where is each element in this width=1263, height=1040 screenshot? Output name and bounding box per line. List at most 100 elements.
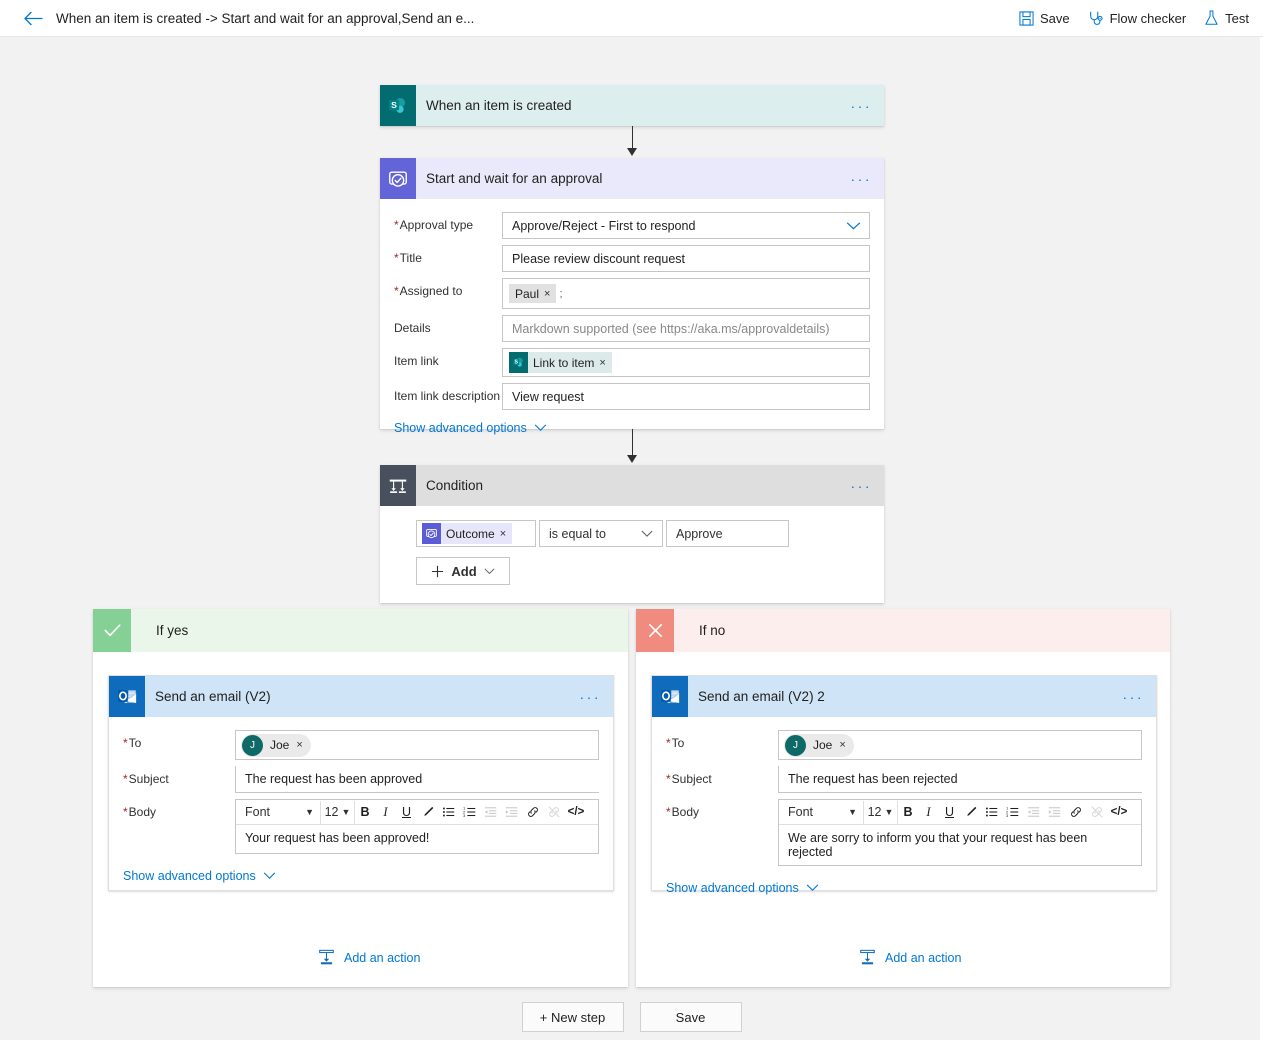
send-email-no-menu-button[interactable]: ···: [1123, 690, 1145, 704]
svg-text:3: 3: [463, 813, 466, 818]
chip-remove-icon[interactable]: ×: [599, 357, 605, 369]
outlook-icon: [652, 676, 688, 717]
add-an-action-yes[interactable]: Add an action: [318, 949, 420, 966]
branch-if-yes-header[interactable]: If yes: [93, 609, 628, 652]
condition-card-header[interactable]: Condition ···: [380, 465, 884, 506]
to-input-no[interactable]: J Joe ×: [778, 730, 1142, 760]
details-placeholder: Markdown supported (see https://aka.ms/a…: [512, 321, 830, 336]
assigned-to-input[interactable]: Paul × ;: [502, 278, 870, 309]
chip-outcome[interactable]: Outcome ×: [422, 523, 513, 544]
subject-input-no[interactable]: The request has been rejected: [778, 766, 1142, 793]
condition-operator-select[interactable]: is equal to: [539, 520, 663, 547]
to-input-yes[interactable]: J Joe ×: [235, 730, 599, 760]
save-button[interactable]: Save: [1019, 11, 1070, 26]
bulleted-list-button-no[interactable]: [981, 801, 1002, 824]
bottom-save-button[interactable]: Save: [639, 1002, 742, 1032]
add-an-action-no[interactable]: Add an action: [859, 949, 961, 966]
bold-button-no[interactable]: B: [897, 800, 918, 824]
link-button-yes[interactable]: [522, 801, 543, 824]
branch-if-no-header[interactable]: If no: [636, 609, 1170, 652]
subject-value-yes: The request has been approved: [245, 772, 423, 786]
approval-type-select[interactable]: Approve/Reject - First to respond: [502, 212, 870, 239]
condition-card[interactable]: Condition ··· Outcome × is equal to Appr…: [380, 465, 884, 603]
font-size-select-yes[interactable]: 12 ▼: [320, 800, 354, 824]
assigned-to-separator: ;: [559, 287, 563, 300]
send-email-no-show-advanced-options[interactable]: Show advanced options: [652, 869, 819, 895]
underline-button-yes[interactable]: U: [396, 801, 417, 824]
body-rich-text-editor-no[interactable]: Font ▼ 12 ▼ B I U 1 2 3 </> We are sorry…: [778, 799, 1142, 866]
send-email-yes-menu-button[interactable]: ···: [580, 690, 602, 704]
approval-title-input[interactable]: Please review discount request: [502, 245, 870, 272]
underline-button-no[interactable]: U: [939, 801, 960, 824]
back-arrow-icon: [23, 11, 42, 25]
numbered-list-button-yes[interactable]: 1 2 3: [459, 801, 480, 824]
condition-menu-button[interactable]: ···: [851, 479, 873, 493]
field-row-body-no: *Body Font ▼ 12 ▼ B I U 1 2 3 </> We are…: [652, 796, 1156, 869]
trigger-title: When an item is created: [426, 98, 572, 113]
item-link-description-value: View request: [512, 389, 585, 404]
unlink-icon: [547, 806, 560, 818]
condition-row: Outcome × is equal to Approve: [416, 520, 884, 547]
font-size-select-no[interactable]: 12 ▼: [863, 800, 897, 824]
code-button-yes[interactable]: </>: [564, 801, 588, 824]
bulleted-list-button-yes[interactable]: [438, 801, 459, 824]
approvals-icon: [422, 523, 441, 544]
highlight-button-yes[interactable]: [417, 801, 438, 824]
unlink-button-yes[interactable]: [543, 801, 564, 824]
chip-paul[interactable]: Paul ×: [509, 284, 557, 303]
condition-value-input[interactable]: Approve: [666, 520, 789, 547]
decrease-indent-button-yes[interactable]: [480, 801, 501, 824]
font-family-select-no[interactable]: Font ▼: [781, 801, 863, 824]
italic-button-yes[interactable]: I: [375, 801, 396, 824]
body-rich-text-editor-yes[interactable]: Font ▼ 12 ▼ B I U 1 2 3 </> Your request…: [235, 799, 599, 854]
branch-if-yes: If yes Send an email (V2) ··· *To J Joe …: [93, 609, 628, 987]
item-link-input[interactable]: S Link to item ×: [502, 348, 870, 377]
chip-joe-no[interactable]: J Joe ×: [784, 733, 854, 757]
item-link-description-input[interactable]: View request: [502, 383, 870, 410]
new-step-button[interactable]: + New step: [521, 1002, 624, 1032]
highlight-button-no[interactable]: [960, 801, 981, 824]
chip-remove-icon[interactable]: ×: [296, 739, 302, 751]
trigger-menu-button[interactable]: ···: [851, 99, 873, 113]
font-family-label: Font: [788, 805, 814, 819]
approval-show-advanced-options[interactable]: Show advanced options: [380, 413, 547, 435]
unlink-button-no[interactable]: [1086, 801, 1107, 824]
condition-left-operand[interactable]: Outcome ×: [416, 520, 536, 547]
code-button-no[interactable]: </>: [1107, 801, 1131, 824]
approval-card-header[interactable]: Start and wait for an approval ···: [380, 158, 884, 199]
chip-remove-icon[interactable]: ×: [839, 739, 845, 751]
condition-add-button[interactable]: Add: [416, 557, 510, 585]
details-input[interactable]: Markdown supported (see https://aka.ms/a…: [502, 315, 870, 342]
bold-button-yes[interactable]: B: [354, 800, 375, 824]
trigger-card[interactable]: S When an item is created ···: [380, 85, 884, 126]
subject-input-yes[interactable]: The request has been approved: [235, 766, 599, 793]
trigger-card-header[interactable]: S When an item is created ···: [380, 85, 884, 126]
test-button[interactable]: Test: [1204, 10, 1249, 26]
approval-card[interactable]: Start and wait for an approval ··· *Appr…: [380, 158, 884, 435]
chip-remove-icon[interactable]: ×: [500, 528, 506, 540]
body-text-no[interactable]: We are sorry to inform you that your req…: [779, 825, 1141, 865]
chip-link-to-item[interactable]: S Link to item ×: [509, 352, 612, 373]
send-email-card-no[interactable]: Send an email (V2) 2 ··· *To J Joe × *Su…: [651, 675, 1157, 895]
condition-value: Approve: [676, 526, 723, 541]
increase-indent-button-no[interactable]: [1044, 801, 1065, 824]
send-email-yes-show-advanced-options[interactable]: Show advanced options: [109, 857, 276, 883]
numbered-list-icon: 1 2 3: [1006, 806, 1018, 818]
unlink-icon: [1090, 806, 1103, 818]
approval-menu-button[interactable]: ···: [851, 172, 873, 186]
body-text-yes[interactable]: Your request has been approved!: [236, 825, 598, 853]
flow-checker-button[interactable]: Flow checker: [1088, 10, 1186, 26]
pen-highlight-icon: [423, 806, 433, 816]
chip-joe-yes[interactable]: J Joe ×: [241, 733, 311, 757]
italic-button-no[interactable]: I: [918, 801, 939, 824]
back-button[interactable]: [22, 7, 44, 29]
send-email-card-yes[interactable]: Send an email (V2) ··· *To J Joe × *Subj…: [108, 675, 614, 891]
send-email-yes-header[interactable]: Send an email (V2) ···: [109, 676, 613, 717]
numbered-list-button-no[interactable]: 1 2 3: [1002, 801, 1023, 824]
decrease-indent-button-no[interactable]: [1023, 801, 1044, 824]
chip-remove-icon[interactable]: ×: [544, 288, 550, 300]
increase-indent-button-yes[interactable]: [501, 801, 522, 824]
link-button-no[interactable]: [1065, 801, 1086, 824]
send-email-no-header[interactable]: Send an email (V2) 2 ···: [652, 676, 1156, 717]
font-family-select-yes[interactable]: Font ▼: [238, 801, 320, 824]
